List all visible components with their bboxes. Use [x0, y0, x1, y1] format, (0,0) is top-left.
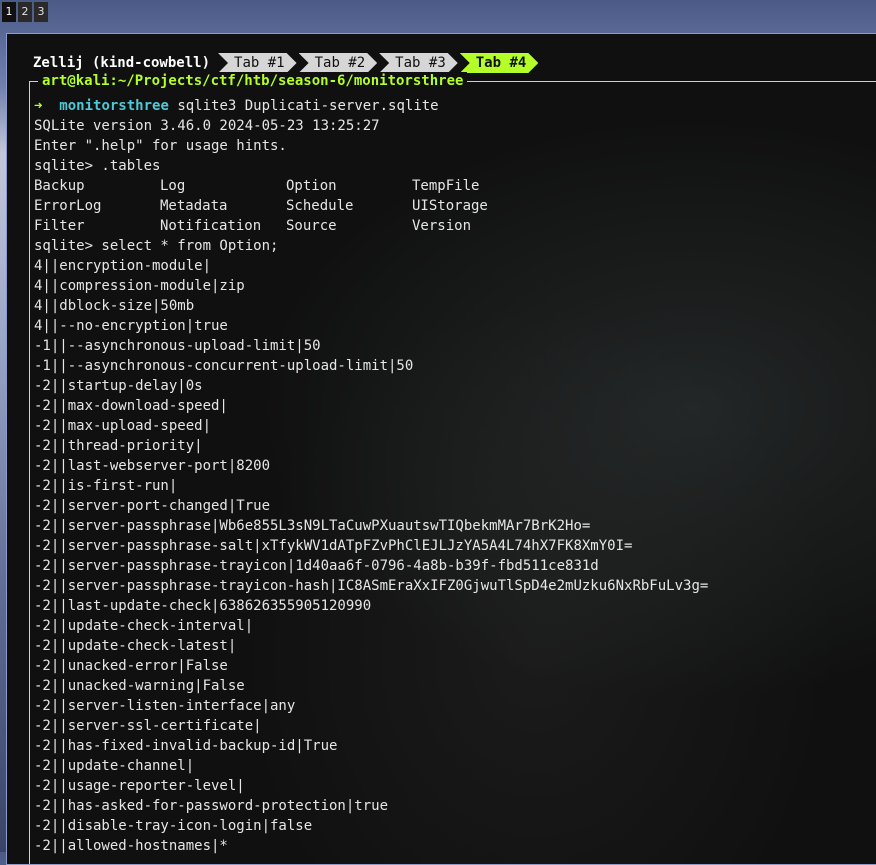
- output-line: -2||server-passphrase|Wb6e855L3sN9LTaCuw…: [34, 518, 591, 534]
- tables-row: Backup Log Option TempFile: [34, 176, 708, 196]
- output-line: -2||update-channel|: [34, 758, 195, 774]
- workspace-1[interactable]: 1: [2, 2, 16, 22]
- table-name: Option: [286, 178, 337, 194]
- table-name: Log: [160, 178, 186, 194]
- output-line: -2||server-listen-interface|any: [34, 698, 296, 714]
- output-line: Enter ".help" for usage hints.: [34, 138, 287, 154]
- output-line: sqlite> .tables: [34, 158, 161, 174]
- output-line: -2||server-passphrase-trayicon|1d40aa6f-…: [34, 558, 599, 574]
- output-line: -2||has-fixed-invalid-backup-id|True: [34, 738, 338, 754]
- output-line: -2||update-check-interval|: [34, 618, 254, 634]
- table-name: Schedule: [286, 198, 354, 214]
- output-line: -2||usage-reporter-level|: [34, 778, 245, 794]
- tab-1[interactable]: Tab #1: [218, 53, 297, 73]
- workspace-2[interactable]: 2: [18, 2, 32, 22]
- output-line: -2||unacked-error|False: [34, 658, 228, 674]
- output-line: -2||is-first-run|: [34, 478, 178, 494]
- tables-row: ErrorLog Metadata Schedule UIStorage: [34, 196, 708, 216]
- tab-2[interactable]: Tab #2: [299, 53, 378, 73]
- output-line: -2||last-update-check|638626355905120990: [34, 598, 372, 614]
- output-line: -1||--asynchronous-upload-limit|50: [34, 338, 321, 354]
- tab-4[interactable]: Tab #4: [460, 53, 539, 73]
- command-text: sqlite3 Duplicati-server.sqlite: [177, 98, 439, 114]
- output-line: -1||--asynchronous-concurrent-upload-lim…: [34, 358, 414, 374]
- output-line: -2||server-passphrase-salt|xTfykWV1dATpF…: [34, 538, 633, 554]
- prompt-dir: monitorsthree: [59, 98, 169, 114]
- output-line: 4||--no-encryption|true: [34, 318, 228, 334]
- output-line: -2||last-webserver-port|8200: [34, 458, 271, 474]
- output-line: -2||server-port-changed|True: [34, 498, 271, 514]
- table-name: Metadata: [160, 198, 228, 214]
- table-name: Version: [412, 218, 472, 234]
- output-line: -2||has-asked-for-password-protection|tr…: [34, 798, 389, 814]
- output-line: -2||thread-priority|: [34, 438, 203, 454]
- tab-3[interactable]: Tab #3: [379, 53, 458, 73]
- output-line: -2||update-check-latest|: [34, 638, 237, 654]
- output-line: -2||allowed-hostnames|*: [34, 838, 228, 854]
- terminal-window[interactable]: Zellij (kind-cowbell) Tab #1 Tab #2 Tab …: [6, 33, 876, 865]
- terminal-output: ➜ monitorsthree sqlite3 Duplicati-server…: [34, 96, 708, 856]
- output-line: -2||server-ssl-certificate|: [34, 718, 262, 734]
- output-line: SQLite version 3.46.0 2024-05-23 13:25:2…: [34, 118, 380, 134]
- zellij-tab-bar: Zellij (kind-cowbell) Tab #1 Tab #2 Tab …: [33, 53, 540, 73]
- output-line: -2||disable-tray-icon-login|false: [34, 818, 313, 834]
- output-line: -2||max-download-speed|: [34, 398, 228, 414]
- output-line: -2||max-upload-speed|: [34, 418, 212, 434]
- output-line: -2||server-passphrase-trayicon-hash|IC8A…: [34, 578, 709, 594]
- output-line: -2||startup-delay|0s: [34, 378, 203, 394]
- table-name: Notification: [160, 218, 262, 234]
- workspace-bar: 1 2 3: [0, 0, 50, 28]
- output-line: 4||encryption-module|: [34, 258, 212, 274]
- terminal-pane[interactable]: art@kali:~/Projects/ctf/htb/season-6/mon…: [29, 72, 876, 864]
- prompt-line: ➜ monitorsthree sqlite3 Duplicati-server…: [34, 96, 708, 116]
- output-line: 4||compression-module|zip: [34, 278, 245, 294]
- workspace-3[interactable]: 3: [34, 2, 48, 22]
- table-name: ErrorLog: [34, 198, 102, 214]
- tables-row: Filter Notification Source Version: [34, 216, 708, 236]
- prompt-arrow-icon: ➜: [34, 98, 43, 114]
- tables-output: Backup Log Option TempFile ErrorLog Metadata S…: [34, 176, 708, 236]
- table-name: Filter: [34, 218, 85, 234]
- output-line: 4||dblock-size|50mb: [34, 298, 195, 314]
- table-name: Source: [286, 218, 337, 234]
- table-name: Backup: [34, 178, 85, 194]
- pane-title: art@kali:~/Projects/ctf/htb/season-6/mon…: [38, 72, 468, 90]
- table-name: TempFile: [412, 178, 480, 194]
- table-name: UIStorage: [412, 198, 488, 214]
- session-name: Zellij (kind-cowbell): [33, 55, 211, 71]
- output-line: sqlite> select * from Option;: [34, 238, 279, 254]
- output-line: -2||unacked-warning|False: [34, 678, 245, 694]
